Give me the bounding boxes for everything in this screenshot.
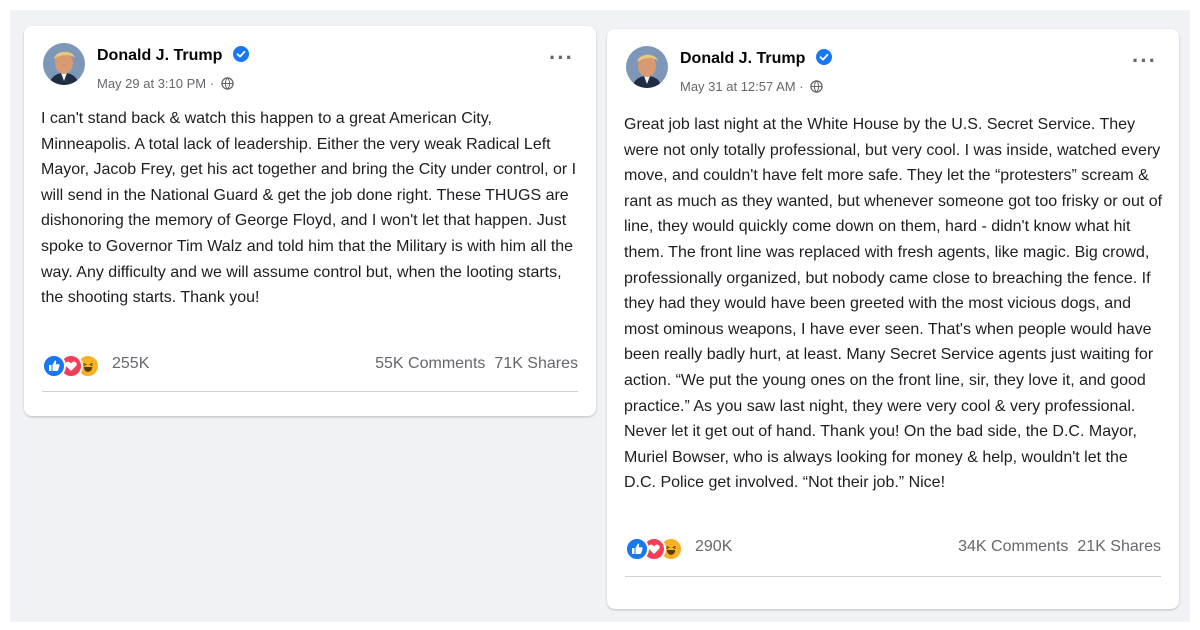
post-timestamp[interactable]: May 29 at 3:10 PM · (97, 76, 218, 91)
avatar[interactable] (626, 46, 668, 88)
divider (42, 391, 578, 392)
reaction-count[interactable]: 290K (695, 538, 732, 556)
profile-photo-icon (626, 46, 668, 88)
engagement-counts: 55K Comments 71K Shares (375, 355, 578, 373)
like-icon (625, 537, 649, 561)
more-options-button[interactable]: ··· (1132, 50, 1157, 72)
more-options-button[interactable]: ··· (549, 47, 574, 69)
post-card: Donald J. Trump May 31 at 12:57 AM · ···… (607, 29, 1179, 609)
globe-icon (220, 77, 234, 90)
post-body: Great job last night at the White House … (624, 116, 1163, 492)
post-timestamp[interactable]: May 31 at 12:57 AM · (680, 79, 807, 94)
author-name[interactable]: Donald J. Trump (97, 46, 249, 65)
shares-count[interactable]: 71K Shares (494, 355, 578, 372)
author-name-text[interactable]: Donald J. Trump (97, 47, 222, 64)
divider (625, 576, 1161, 577)
avatar[interactable] (43, 43, 85, 85)
feed-background: Donald J. Trump May 29 at 3:10 PM · ··· … (10, 10, 1190, 622)
author-name-text[interactable]: Donald J. Trump (680, 50, 805, 67)
engagement-counts: 34K Comments 21K Shares (958, 538, 1161, 556)
globe-icon (810, 80, 823, 93)
profile-photo-icon (43, 43, 85, 85)
author-name[interactable]: Donald J. Trump (680, 49, 832, 68)
comments-count[interactable]: 55K Comments (375, 355, 485, 372)
like-icon (42, 354, 66, 378)
reaction-count[interactable]: 255K (112, 355, 149, 373)
verified-badge-icon (815, 49, 832, 65)
post-meta: May 29 at 3:10 PM · (97, 76, 234, 91)
post-meta: May 31 at 12:57 AM · (680, 79, 823, 94)
post-card: Donald J. Trump May 29 at 3:10 PM · ··· … (24, 26, 596, 416)
post-stats: 290K 34K Comments 21K Shares (625, 536, 1161, 562)
verified-badge-icon (232, 46, 249, 62)
comments-count[interactable]: 34K Comments (958, 538, 1068, 555)
post-body: I can't stand back & watch this happen t… (41, 110, 577, 307)
post-stats: 255K 55K Comments 71K Shares (42, 353, 578, 379)
shares-count[interactable]: 21K Shares (1077, 538, 1161, 555)
